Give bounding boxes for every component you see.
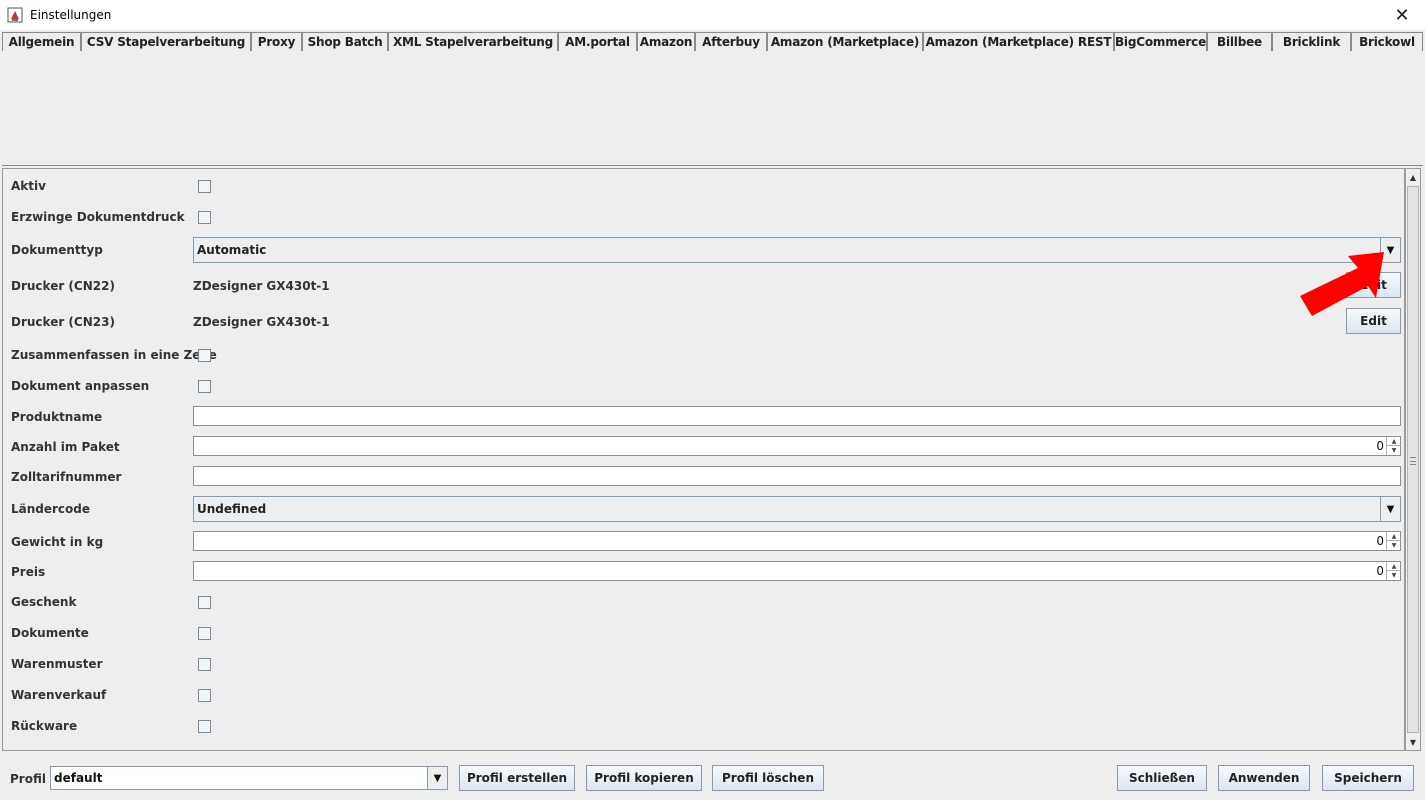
- tab-strip-divider: [2, 165, 1423, 166]
- tab-allgemein[interactable]: Allgemein: [2, 32, 81, 51]
- tab-amazon-marketplace-rest[interactable]: Amazon (Marketplace) REST: [923, 32, 1114, 51]
- dokument-anpassen-label: Dokument anpassen: [11, 379, 150, 393]
- laendercode-select[interactable]: Undefined ▼: [193, 496, 1401, 522]
- scroll-thumb[interactable]: [1407, 186, 1419, 733]
- scroll-down-icon[interactable]: ▼: [1406, 734, 1420, 750]
- tab-am-portal[interactable]: AM.portal: [558, 32, 637, 51]
- spinner-down-icon[interactable]: ▼: [1387, 446, 1401, 455]
- tab-bigcommerce[interactable]: BigCommerce: [1114, 32, 1207, 51]
- gewicht-spinner[interactable]: 0 ▲ ▼: [193, 531, 1401, 551]
- spinner-buttons: ▲ ▼: [1386, 532, 1401, 550]
- chevron-down-icon[interactable]: ▼: [427, 767, 447, 789]
- drucker-cn22-label: Drucker (CN22): [11, 279, 115, 293]
- grip-icon: [1410, 457, 1416, 465]
- tab-row: [2, 70, 1423, 89]
- warenverkauf-checkbox[interactable]: [198, 689, 211, 702]
- spinner-buttons: ▲ ▼: [1386, 562, 1401, 580]
- tab-row: [2, 146, 1423, 165]
- spinner-up-icon[interactable]: ▲: [1387, 532, 1401, 541]
- tab-row: [2, 108, 1423, 127]
- red-annotation-arrow-icon: [1300, 252, 1384, 316]
- zolltarifnummer-label: Zolltarifnummer: [11, 470, 122, 484]
- vertical-scrollbar[interactable]: ▲ ▼: [1405, 168, 1421, 751]
- tab-shop-batch[interactable]: Shop Batch: [302, 32, 388, 51]
- tab-xml-stapelverarbeitung[interactable]: XML Stapelverarbeitung: [388, 32, 558, 51]
- zusammenfassen-label: Zusammenfassen in eine Zeile: [11, 348, 217, 362]
- gewicht-value: 0: [1376, 534, 1384, 548]
- close-window-button[interactable]: ✕: [1379, 0, 1425, 30]
- scroll-up-icon[interactable]: ▲: [1406, 169, 1420, 185]
- title-bar: Einstellungen ✕: [0, 0, 1425, 30]
- speichern-button[interactable]: Speichern: [1322, 765, 1414, 791]
- profil-erstellen-button[interactable]: Profil erstellen: [459, 765, 575, 791]
- warenmuster-label: Warenmuster: [11, 657, 103, 671]
- produktname-label: Produktname: [11, 410, 103, 424]
- preis-value: 0: [1376, 564, 1384, 578]
- laendercode-label: Ländercode: [11, 502, 91, 516]
- window-title: Einstellungen: [30, 8, 112, 22]
- warenmuster-checkbox[interactable]: [198, 658, 211, 671]
- java-app-icon: [7, 7, 23, 23]
- chevron-down-icon[interactable]: ▼: [1380, 497, 1400, 521]
- profil-loeschen-button[interactable]: Profil löschen: [712, 765, 824, 791]
- geschenk-checkbox[interactable]: [198, 596, 211, 609]
- erzwinge-dokumentdruck-label: Erzwinge Dokumentdruck: [11, 210, 185, 224]
- tab-csv-stapelverarbeitung[interactable]: CSV Stapelverarbeitung: [81, 32, 251, 51]
- tab-proxy[interactable]: Proxy: [251, 32, 302, 51]
- dokumenttyp-label: Dokumenttyp: [11, 243, 103, 257]
- tab-row: [2, 51, 1423, 70]
- aktiv-label: Aktiv: [11, 179, 46, 193]
- rueckware-label: Rückware: [11, 719, 78, 733]
- dokument-anpassen-checkbox[interactable]: [198, 380, 211, 393]
- profil-label: Profil: [10, 772, 46, 786]
- preis-spinner[interactable]: 0 ▲ ▼: [193, 561, 1401, 581]
- rueckware-checkbox[interactable]: [198, 720, 211, 733]
- dokumenttyp-select[interactable]: Automatic ▼: [193, 237, 1401, 263]
- drucker-cn23-value: ZDesigner GX430t-1: [193, 315, 330, 329]
- tab-row: [2, 89, 1423, 108]
- spinner-buttons: ▲ ▼: [1386, 437, 1401, 455]
- tab-amazon[interactable]: Amazon: [637, 32, 695, 51]
- dokumente-label: Dokumente: [11, 626, 89, 640]
- tab-billbee[interactable]: Billbee: [1207, 32, 1272, 51]
- anzahl-im-paket-spinner[interactable]: 0 ▲ ▼: [193, 436, 1401, 456]
- spinner-down-icon[interactable]: ▼: [1387, 541, 1401, 550]
- produktname-input[interactable]: [193, 406, 1401, 426]
- aktiv-checkbox[interactable]: [198, 180, 211, 193]
- drucker-cn23-label: Drucker (CN23): [11, 315, 115, 329]
- preis-label: Preis: [11, 565, 46, 579]
- anzahl-im-paket-label: Anzahl im Paket: [11, 440, 120, 454]
- dokumenttyp-value: Automatic: [197, 243, 267, 257]
- schliessen-button[interactable]: Schließen: [1117, 765, 1207, 791]
- drucker-cn22-value: ZDesigner GX430t-1: [193, 279, 330, 293]
- erzwinge-dokumentdruck-checkbox[interactable]: [198, 211, 211, 224]
- spinner-up-icon[interactable]: ▲: [1387, 562, 1401, 571]
- spinner-down-icon[interactable]: ▼: [1387, 571, 1401, 580]
- tab-row: [2, 127, 1423, 146]
- anwenden-button[interactable]: Anwenden: [1218, 765, 1310, 791]
- tab-brickowl[interactable]: Brickowl: [1351, 32, 1423, 51]
- laendercode-value: Undefined: [197, 502, 267, 516]
- spinner-up-icon[interactable]: ▲: [1387, 437, 1401, 446]
- warenverkauf-label: Warenverkauf: [11, 688, 107, 702]
- dokumente-checkbox[interactable]: [198, 627, 211, 640]
- profil-value: default: [54, 771, 103, 785]
- cn2x-settings-panel: Aktiv Erzwinge Dokumentdruck Dokumenttyp…: [2, 168, 1405, 751]
- zolltarifnummer-input[interactable]: [193, 466, 1401, 486]
- gewicht-label: Gewicht in kg: [11, 535, 104, 549]
- tab-afterbuy[interactable]: Afterbuy: [695, 32, 767, 51]
- profil-select[interactable]: default ▼: [50, 766, 448, 790]
- dialog-footer: Profil default ▼ Profil erstellen Profil…: [0, 755, 1425, 800]
- tab-amazon-marketplace[interactable]: Amazon (Marketplace): [767, 32, 923, 51]
- zusammenfassen-checkbox[interactable]: [198, 349, 211, 362]
- geschenk-label: Geschenk: [11, 595, 77, 609]
- anzahl-im-paket-value: 0: [1376, 439, 1384, 453]
- profil-kopieren-button[interactable]: Profil kopieren: [586, 765, 702, 791]
- tab-bricklink[interactable]: Bricklink: [1272, 32, 1351, 51]
